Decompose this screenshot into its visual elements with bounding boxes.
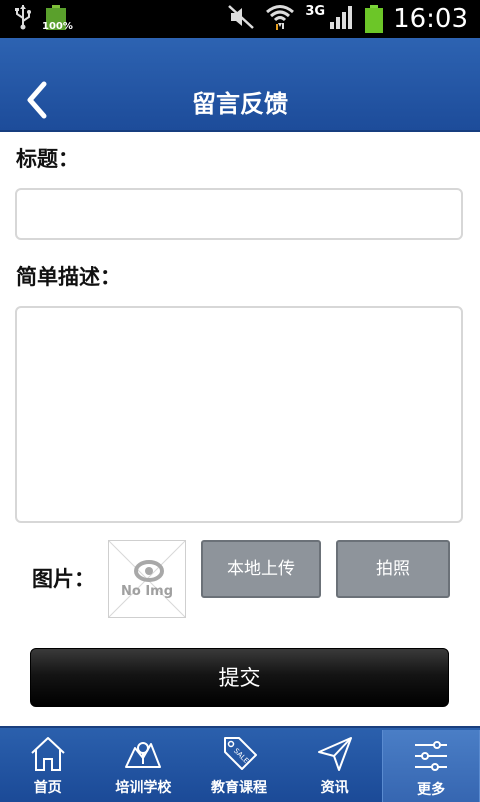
image-thumbnail[interactable]: No Img <box>108 540 186 618</box>
nav-label-home: 首页 <box>33 780 62 796</box>
nav-item-courses[interactable]: SALE 教育课程 <box>191 728 287 802</box>
mute-icon <box>227 4 255 34</box>
no-image-text: No Img <box>121 584 173 599</box>
submit-button[interactable]: 提交 <box>30 648 449 707</box>
battery-percent: 100% <box>42 21 73 32</box>
home-icon <box>31 737 65 771</box>
nav-item-news[interactable]: 资讯 <box>287 728 383 802</box>
title-input[interactable] <box>17 190 461 238</box>
nav-label-news: 资讯 <box>320 780 349 796</box>
clock: 16:03 <box>393 4 468 34</box>
battery-full-icon: 100% <box>42 5 73 33</box>
signal-icon <box>329 4 355 34</box>
image-label: 图片： <box>32 567 95 591</box>
status-left: 100% <box>14 4 73 34</box>
nav-item-more[interactable]: 更多 <box>382 730 480 802</box>
page-title: 留言反馈 <box>192 90 288 118</box>
status-right: 3G 16:03 <box>227 0 468 38</box>
sliders-icon <box>415 741 448 771</box>
nav-label-courses: 教育课程 <box>210 780 267 796</box>
description-input-box <box>15 306 463 523</box>
nav-item-home[interactable]: 首页 <box>0 728 96 802</box>
bottom-nav: 首页 培训学校 SALE 教育课程 资讯 更多 <box>0 726 480 802</box>
description-textarea[interactable] <box>17 308 461 521</box>
upload-local-button[interactable]: 本地上传 <box>201 540 321 598</box>
description-label: 简单描述： <box>16 265 121 289</box>
no-image-placeholder-icon: No Img <box>108 540 186 618</box>
school-icon <box>125 742 162 768</box>
status-bar: 100% 3G 16:03 <box>0 0 480 38</box>
take-photo-button[interactable]: 拍照 <box>336 540 450 598</box>
title-input-box <box>15 188 463 240</box>
nav-label-schools: 培训学校 <box>115 780 172 796</box>
nav-item-schools[interactable]: 培训学校 <box>96 728 192 802</box>
nav-label-more: 更多 <box>417 782 446 798</box>
sale-tag-icon: SALE <box>223 737 257 770</box>
paper-plane-icon <box>317 737 352 771</box>
network-type: 3G <box>305 3 326 19</box>
usb-icon <box>14 4 32 34</box>
title-label: 标题： <box>16 147 79 171</box>
app-header: 留言反馈 <box>0 38 480 132</box>
battery-icon <box>365 5 384 33</box>
wifi-icon <box>265 3 295 35</box>
